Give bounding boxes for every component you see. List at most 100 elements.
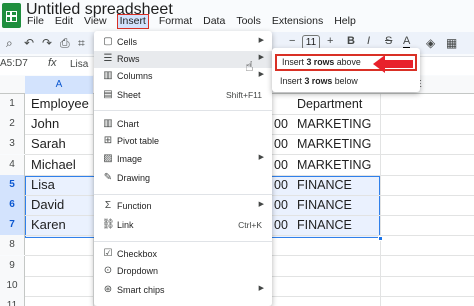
- print-icon[interactable]: ⎙: [60, 36, 70, 51]
- increase-font-icon[interactable]: +: [327, 35, 333, 47]
- chart-icon: ▥: [103, 118, 113, 129]
- menu-item-label: Dropdown: [117, 266, 159, 276]
- cell-employee[interactable]: John: [31, 114, 59, 134]
- row-header[interactable]: 7: [0, 215, 25, 235]
- menu-format[interactable]: Format: [158, 15, 193, 29]
- cell-employee[interactable]: Sarah: [31, 134, 66, 154]
- menu-item-sheet[interactable]: ▤ Sheet Shift+F11: [94, 87, 272, 104]
- menu-item-pivot-table[interactable]: ⊞ Pivot table: [94, 133, 272, 150]
- paint-format-icon[interactable]: ⌗: [78, 36, 85, 51]
- fill-handle[interactable]: [378, 236, 383, 241]
- menu-item-label: Checkbox: [117, 249, 158, 259]
- cell-department[interactable]: MARKETING: [297, 114, 371, 134]
- text-color-button[interactable]: A: [403, 35, 411, 49]
- row-header[interactable]: 3: [0, 134, 25, 154]
- row-header[interactable]: 2: [0, 114, 25, 134]
- menu-item-dropdown[interactable]: ⊙ Dropdown: [94, 263, 272, 280]
- cell-truncated[interactable]: 00: [274, 195, 288, 215]
- shortcut-label: Shift+F11: [226, 90, 262, 100]
- cell-department[interactable]: FINANCE: [297, 195, 352, 215]
- menu-item-smart-chips[interactable]: ⊛ Smart chips ▶: [94, 282, 272, 299]
- cell-employee[interactable]: David: [31, 195, 64, 215]
- cell-truncated[interactable]: 00: [274, 155, 288, 175]
- insert-rows-below[interactable]: Insert 3 rows below: [275, 73, 417, 90]
- menu-item-checkbox[interactable]: ☑ Checkbox: [94, 246, 272, 263]
- cell-department[interactable]: Department: [297, 94, 362, 114]
- menu-item-label: Drawing: [117, 173, 151, 183]
- fill-color-icon[interactable]: ◈: [426, 36, 435, 50]
- strikethrough-button[interactable]: S: [385, 35, 392, 47]
- cell-department[interactable]: MARKETING: [297, 155, 371, 175]
- pivot-table-icon: ⊞: [103, 135, 113, 146]
- cell-employee[interactable]: Lisa: [31, 175, 55, 195]
- borders-icon[interactable]: ▦: [446, 36, 457, 50]
- column-header-a[interactable]: A: [25, 76, 93, 94]
- menu-item-chart[interactable]: ▥ Chart: [94, 116, 272, 133]
- undo-icon[interactable]: ↶: [24, 36, 34, 50]
- cell-truncated[interactable]: 00: [274, 215, 288, 235]
- menu-item-label: Cells: [117, 37, 138, 47]
- menu-help[interactable]: Help: [333, 15, 357, 29]
- menu-item-label: Chart: [117, 119, 140, 129]
- menu-insert[interactable]: Insert: [116, 14, 149, 29]
- menu-item-label: Sheet: [117, 90, 141, 100]
- hand-cursor-icon: ☝: [245, 58, 254, 74]
- menu-item-label: Pivot table: [117, 136, 160, 146]
- cell-department[interactable]: MARKETING: [297, 134, 371, 154]
- menu-extensions[interactable]: Extensions: [271, 15, 324, 29]
- sheets-logo-icon[interactable]: [2, 3, 21, 28]
- row-count: 3 rows: [306, 57, 335, 67]
- redo-icon[interactable]: ↷: [42, 36, 52, 50]
- row-header[interactable]: 1: [0, 94, 25, 114]
- submenu-arrow-icon: ▶: [258, 54, 264, 61]
- submenu-arrow-icon: ▶: [258, 201, 264, 208]
- menu-item-function[interactable]: Σ Function ▶: [94, 198, 272, 215]
- row-header[interactable]: 8: [0, 235, 25, 255]
- menu-item-label: Rows: [117, 54, 140, 64]
- row-header[interactable]: 5: [0, 175, 25, 195]
- cell-truncated[interactable]: 00: [274, 134, 288, 154]
- decrease-font-icon[interactable]: −: [289, 35, 295, 47]
- formula-input[interactable]: Lisa: [70, 59, 88, 70]
- annotation-arrow-icon: [373, 55, 413, 73]
- cell-department[interactable]: FINANCE: [297, 175, 352, 195]
- cell-truncated[interactable]: 00: [274, 114, 288, 134]
- submenu-arrow-icon: ▶: [258, 37, 264, 44]
- search-icon[interactable]: ⌕: [6, 36, 13, 51]
- name-box[interactable]: A5:D7: [0, 58, 28, 69]
- menu-tools[interactable]: Tools: [235, 15, 262, 29]
- fx-icon: fx: [48, 57, 57, 69]
- menu-item-label: Image: [117, 154, 143, 164]
- menu-item-label: Link: [117, 220, 134, 230]
- menu-view[interactable]: View: [83, 15, 108, 29]
- bold-button[interactable]: B: [347, 35, 355, 47]
- row-header[interactable]: 10: [0, 276, 25, 296]
- italic-button[interactable]: I: [367, 35, 370, 47]
- shortcut-label: Ctrl+K: [238, 220, 262, 230]
- row-header[interactable]: 9: [0, 256, 25, 276]
- cell-employee[interactable]: Karen: [31, 215, 66, 235]
- menu-edit[interactable]: Edit: [54, 15, 74, 29]
- function-icon: Σ: [104, 200, 112, 211]
- row-header[interactable]: 6: [0, 195, 25, 215]
- submenu-text: Insert: [280, 76, 305, 86]
- menu-item-label: Columns: [117, 71, 153, 81]
- link-icon: ⛓: [102, 219, 115, 230]
- submenu-text: below: [332, 76, 358, 86]
- cell-truncated[interactable]: 00: [274, 175, 288, 195]
- row-header[interactable]: 11: [0, 296, 25, 306]
- menu-item-image[interactable]: ▨ Image ▶: [94, 151, 272, 168]
- cell-employee[interactable]: Employee: [31, 94, 89, 114]
- menu-file[interactable]: File: [26, 15, 45, 29]
- rows-icon: ☰: [103, 53, 113, 64]
- menu-item-link[interactable]: ⛓ Link Ctrl+K: [94, 217, 272, 234]
- menu-item-cells[interactable]: ▢ Cells ▶: [94, 34, 272, 51]
- image-icon: ▨: [103, 153, 113, 164]
- menu-item-drawing[interactable]: ✎ Drawing: [94, 170, 272, 187]
- cell-employee[interactable]: Michael: [31, 155, 76, 175]
- submenu-arrow-icon: ▶: [258, 285, 264, 292]
- menu-data[interactable]: Data: [202, 15, 226, 29]
- cell-department[interactable]: FINANCE: [297, 215, 352, 235]
- submenu-arrow-icon: ▶: [258, 154, 264, 161]
- row-header[interactable]: 4: [0, 155, 25, 175]
